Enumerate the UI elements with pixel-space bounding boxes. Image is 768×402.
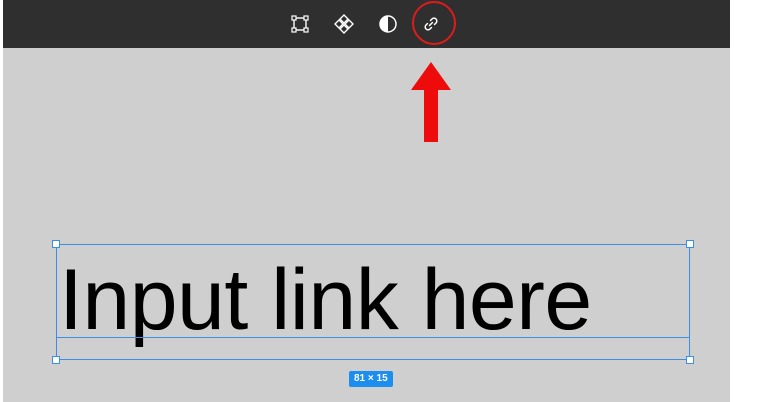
component-icon xyxy=(334,14,354,34)
text-layer-content[interactable]: Input link here xyxy=(59,257,592,343)
text-baseline-guide xyxy=(57,337,689,338)
top-toolbar xyxy=(3,0,730,48)
highlight-circle-annotation xyxy=(412,1,456,45)
resize-handle-bottom-right[interactable] xyxy=(686,356,694,364)
frame-icon xyxy=(291,15,309,33)
red-arrow-icon xyxy=(409,60,453,151)
mask-tool-button[interactable] xyxy=(373,9,403,39)
selected-text-layer[interactable]: Input link here xyxy=(52,240,694,364)
dimension-badge: 81 × 15 xyxy=(349,371,393,387)
frame-tool-button[interactable] xyxy=(285,9,315,39)
resize-handle-bottom-left[interactable] xyxy=(52,356,60,364)
resize-handle-top-left[interactable] xyxy=(52,240,60,248)
resize-handle-top-right[interactable] xyxy=(686,240,694,248)
half-circle-icon xyxy=(378,14,398,34)
component-tool-button[interactable] xyxy=(329,9,359,39)
app-window: Input link here 81 × 15 xyxy=(0,0,768,402)
